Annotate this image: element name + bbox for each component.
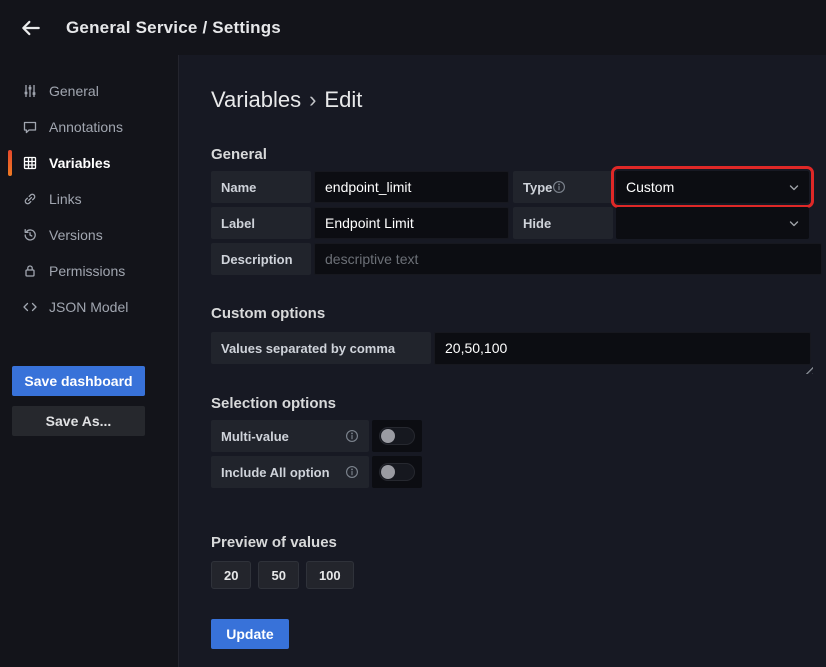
preview-heading: Preview of values bbox=[211, 534, 822, 551]
toggle-track bbox=[379, 427, 415, 445]
name-label: Name bbox=[211, 171, 311, 203]
chevron-down-icon bbox=[788, 218, 800, 230]
type-label: Type bbox=[513, 171, 613, 203]
type-label-text: Type bbox=[523, 180, 552, 195]
include-all-label-text: Include All option bbox=[221, 465, 330, 480]
page-breadcrumb-title: General Service / Settings bbox=[66, 18, 281, 38]
values-textarea[interactable] bbox=[434, 332, 811, 365]
save-as-button[interactable]: Save As... bbox=[12, 406, 145, 436]
sidebar-item-variables[interactable]: Variables bbox=[0, 145, 178, 181]
label-input[interactable] bbox=[314, 207, 509, 239]
include-all-label: Include All option bbox=[211, 456, 369, 488]
name-type-row: Name Type Custom bbox=[211, 171, 822, 203]
include-all-row: Include All option bbox=[211, 456, 822, 488]
preview-value-chip: 50 bbox=[258, 561, 298, 589]
values-row: Values separated by comma bbox=[211, 332, 822, 365]
sidebar-item-links[interactable]: Links bbox=[0, 181, 178, 217]
label-hide-row: Label Hide bbox=[211, 207, 822, 239]
comment-icon bbox=[22, 119, 38, 135]
hide-select[interactable] bbox=[616, 207, 809, 239]
preview-value-chip: 100 bbox=[306, 561, 354, 589]
selection-options-heading: Selection options bbox=[211, 395, 822, 412]
lock-icon bbox=[22, 263, 38, 279]
info-icon[interactable] bbox=[552, 180, 566, 194]
breadcrumb-page: Edit bbox=[324, 87, 362, 113]
chevron-down-icon bbox=[788, 182, 800, 194]
type-select[interactable]: Custom bbox=[616, 171, 809, 203]
sidebar-item-label: JSON Model bbox=[49, 299, 128, 315]
sidebar-item-label: Variables bbox=[49, 155, 111, 171]
multi-value-toggle[interactable] bbox=[372, 420, 422, 452]
sidebar-item-label: General bbox=[49, 83, 99, 99]
page-title: Variables › Edit bbox=[211, 87, 822, 113]
sidebar-item-label: Annotations bbox=[49, 119, 123, 135]
table-icon bbox=[22, 155, 38, 171]
description-row: Description bbox=[211, 243, 822, 275]
sidebar-item-permissions[interactable]: Permissions bbox=[0, 253, 178, 289]
breadcrumb-section[interactable]: Variables bbox=[211, 87, 301, 113]
top-bar: General Service / Settings bbox=[0, 0, 826, 55]
include-all-toggle[interactable] bbox=[372, 456, 422, 488]
back-button[interactable] bbox=[18, 15, 44, 41]
sidebar-item-label: Links bbox=[49, 191, 82, 207]
variables-edit-panel: Variables › Edit General Name Type bbox=[178, 55, 826, 667]
app-window: General Service / Settings General bbox=[0, 0, 826, 667]
type-select-value: Custom bbox=[626, 179, 674, 195]
sidebar-item-json-model[interactable]: JSON Model bbox=[0, 289, 178, 325]
sliders-icon bbox=[22, 83, 38, 99]
values-separated-label: Values separated by comma bbox=[211, 332, 431, 364]
preview-values: 20 50 100 bbox=[211, 561, 822, 589]
code-icon bbox=[22, 299, 38, 315]
toggle-knob bbox=[381, 429, 395, 443]
preview-value-chip: 20 bbox=[211, 561, 251, 589]
link-icon bbox=[22, 191, 38, 207]
toggle-knob bbox=[381, 465, 395, 479]
save-dashboard-button[interactable]: Save dashboard bbox=[12, 366, 145, 396]
info-icon[interactable] bbox=[345, 429, 359, 443]
resize-handle[interactable] bbox=[803, 364, 813, 374]
sidebar-item-general[interactable]: General bbox=[0, 73, 178, 109]
multi-value-label-text: Multi-value bbox=[221, 429, 289, 444]
info-icon[interactable] bbox=[345, 465, 359, 479]
label-label: Label bbox=[211, 207, 311, 239]
update-button[interactable]: Update bbox=[211, 619, 289, 649]
description-input[interactable] bbox=[314, 243, 822, 275]
description-label: Description bbox=[211, 243, 311, 275]
active-indicator bbox=[8, 150, 12, 176]
multi-value-row: Multi-value bbox=[211, 420, 822, 452]
sidebar-item-versions[interactable]: Versions bbox=[0, 217, 178, 253]
sidebar-item-label: Permissions bbox=[49, 263, 125, 279]
breadcrumb-separator: › bbox=[309, 87, 316, 113]
arrow-left-icon bbox=[20, 17, 42, 39]
sidebar-item-annotations[interactable]: Annotations bbox=[0, 109, 178, 145]
hide-label-text: Hide bbox=[523, 216, 551, 231]
toggle-track bbox=[379, 463, 415, 481]
settings-sidebar: General Annotations bbox=[0, 55, 178, 667]
sidebar-item-label: Versions bbox=[49, 227, 103, 243]
hide-label: Hide bbox=[513, 207, 613, 239]
history-icon bbox=[22, 227, 38, 243]
name-input[interactable] bbox=[314, 171, 509, 203]
general-section-heading: General bbox=[211, 146, 822, 163]
multi-value-label: Multi-value bbox=[211, 420, 369, 452]
custom-options-heading: Custom options bbox=[211, 305, 822, 322]
